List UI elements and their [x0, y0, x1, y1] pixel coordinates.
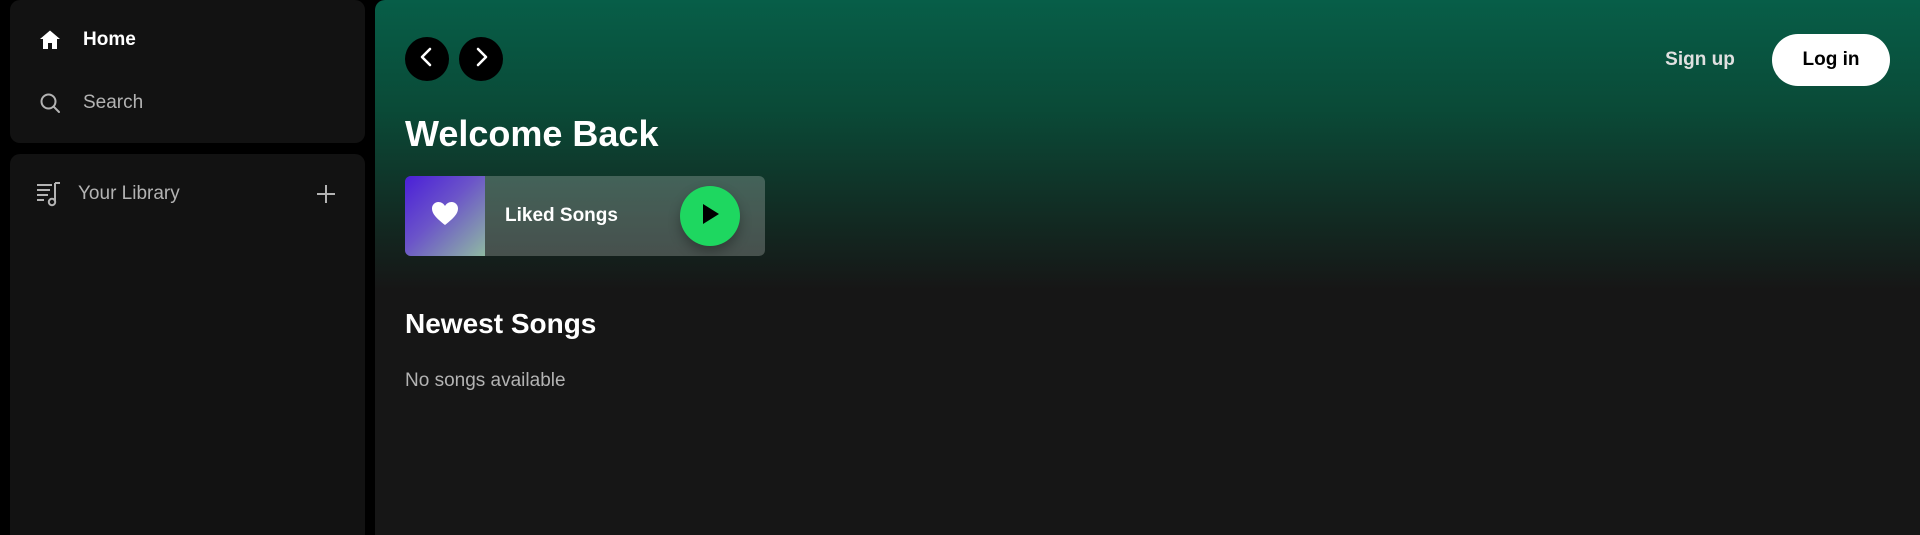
plus-icon[interactable]: [310, 178, 342, 210]
nav-panel: Home Search: [10, 0, 365, 143]
heart-icon: [431, 201, 459, 232]
forward-button[interactable]: [459, 37, 503, 81]
library-header: Your Library: [34, 174, 344, 214]
liked-songs-card[interactable]: Liked Songs: [405, 176, 765, 256]
play-button[interactable]: [680, 186, 740, 246]
back-button[interactable]: [405, 37, 449, 81]
library-icon[interactable]: [34, 179, 64, 209]
sidebar: Home Search Your Library: [10, 0, 365, 535]
library-panel: Your Library: [10, 154, 365, 535]
liked-songs-cover: [405, 176, 485, 256]
liked-songs-label: Liked Songs: [505, 205, 618, 226]
play-icon: [700, 203, 720, 230]
section-title-newest-songs: Newest Songs: [405, 308, 597, 339]
search-icon: [36, 89, 64, 117]
main-content: Sign up Log in Welcome Back Liked Songs: [375, 0, 1920, 535]
sidebar-item-search[interactable]: Search: [36, 83, 336, 123]
sidebar-item-label: Home: [83, 29, 136, 50]
sidebar-item-label: Search: [83, 92, 144, 113]
signup-button[interactable]: Sign up: [1655, 46, 1745, 74]
page-title: Welcome Back: [405, 113, 659, 154]
home-icon: [36, 26, 64, 54]
library-label[interactable]: Your Library: [78, 183, 310, 205]
empty-state-text: No songs available: [405, 370, 566, 391]
chevron-left-icon: [416, 46, 438, 73]
sidebar-item-home[interactable]: Home: [36, 20, 336, 60]
chevron-right-icon: [470, 46, 492, 73]
app-window: Home Search Your Library Sign up Log in …: [0, 0, 1920, 535]
login-button[interactable]: Log in: [1772, 34, 1890, 86]
